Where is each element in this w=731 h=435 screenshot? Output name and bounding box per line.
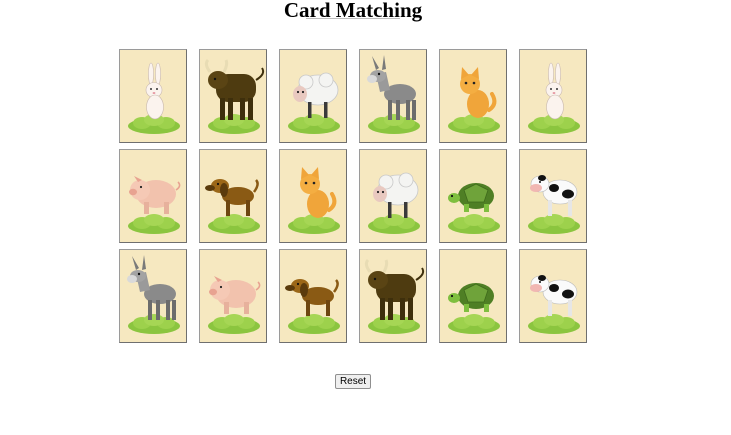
card-sheep[interactable] bbox=[279, 49, 347, 143]
cat-icon bbox=[288, 167, 340, 234]
cow-icon bbox=[528, 175, 580, 234]
reset-button[interactable]: Reset bbox=[335, 374, 371, 389]
title-underline bbox=[306, 18, 400, 19]
cat-icon bbox=[448, 67, 500, 134]
pig-icon bbox=[128, 176, 181, 234]
card-rabbit[interactable] bbox=[519, 49, 587, 143]
sheep-icon bbox=[288, 72, 340, 134]
card-dog[interactable] bbox=[199, 149, 267, 243]
card-dog[interactable] bbox=[279, 249, 347, 343]
card-bull[interactable] bbox=[359, 249, 427, 343]
card-pig[interactable] bbox=[119, 149, 187, 243]
card-turtle[interactable] bbox=[439, 249, 507, 343]
rabbit-icon bbox=[128, 62, 180, 134]
card-turtle[interactable] bbox=[439, 149, 507, 243]
card-cow[interactable] bbox=[519, 249, 587, 343]
card-donkey[interactable] bbox=[119, 249, 187, 343]
turtle-icon bbox=[448, 183, 500, 234]
dog-icon bbox=[205, 179, 260, 234]
card-pig[interactable] bbox=[199, 249, 267, 343]
card-sheep[interactable] bbox=[359, 149, 427, 243]
card-rabbit[interactable] bbox=[119, 49, 187, 143]
card-cow[interactable] bbox=[519, 149, 587, 243]
sheep-icon bbox=[368, 172, 420, 234]
card-donkey[interactable] bbox=[359, 49, 427, 143]
bull-icon bbox=[364, 258, 425, 334]
rabbit-icon bbox=[528, 62, 580, 134]
page-title: Card Matching bbox=[283, 0, 423, 22]
donkey-icon bbox=[367, 55, 420, 134]
donkey-icon bbox=[127, 255, 180, 334]
dog-icon bbox=[285, 279, 340, 334]
card-cat[interactable] bbox=[439, 49, 507, 143]
cow-icon bbox=[528, 275, 580, 334]
card-cat[interactable] bbox=[279, 149, 347, 243]
bull-icon bbox=[204, 58, 265, 134]
card-bull[interactable] bbox=[199, 49, 267, 143]
turtle-icon bbox=[448, 283, 500, 334]
pig-icon bbox=[208, 276, 261, 334]
